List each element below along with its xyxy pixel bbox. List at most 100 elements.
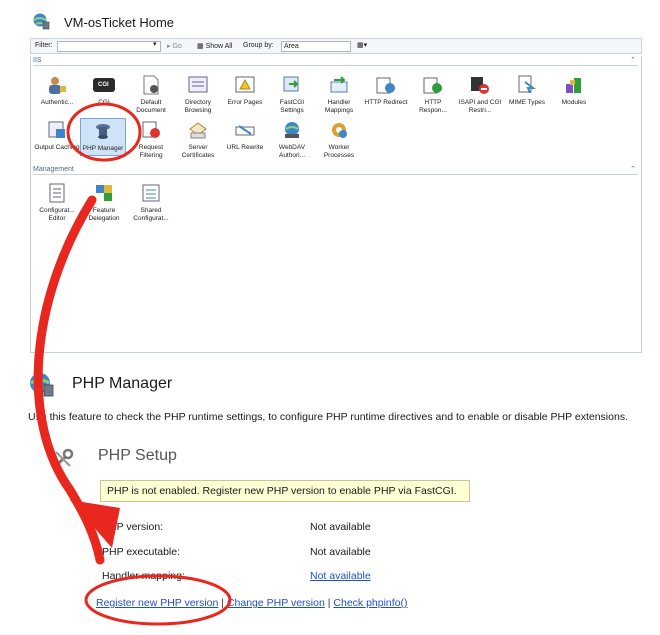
feature-label: Handler Mappings (324, 99, 354, 114)
features-pane: IIS ⌃ Authentic... CGI CGI Default Docum… (30, 56, 642, 353)
worker-processes-icon (328, 119, 350, 141)
handler-arrows-icon (328, 74, 350, 96)
modules-icon (563, 74, 585, 96)
document-gear-icon (140, 74, 162, 96)
output-caching-icon (46, 119, 68, 141)
certificate-icon (187, 119, 209, 141)
section-iis-label: IIS (33, 57, 42, 64)
feature-configuration-editor[interactable]: Configurat... Editor (34, 182, 80, 223)
change-php-version-link[interactable]: Change PHP version (227, 597, 325, 609)
restriction-icon (469, 74, 491, 96)
feature-label: Shared Configurat... (133, 207, 169, 222)
group-by-select[interactable]: Area (281, 41, 351, 52)
feature-label: Modules (561, 99, 587, 106)
server-globe-icon (33, 13, 50, 30)
shared-config-icon (140, 182, 162, 204)
url-rewrite-icon (234, 119, 256, 141)
collapse-chevron-icon[interactable]: ⌃ (630, 56, 636, 64)
php-manager-description: Use this feature to check the PHP runtim… (28, 411, 628, 423)
go-button[interactable]: ▸ Go (167, 42, 182, 50)
feature-cgi[interactable]: CGI CGI (81, 74, 127, 107)
feature-label: Error Pages (227, 99, 263, 106)
webdav-globe-icon (281, 119, 303, 141)
feature-handler-mappings[interactable]: Handler Mappings (316, 74, 362, 115)
feature-php-manager[interactable]: PHP Manager (80, 118, 126, 156)
check-phpinfo-link[interactable]: Check phpinfo() (333, 597, 407, 609)
feature-label: URL Rewrite (226, 144, 264, 151)
feature-authentication[interactable]: Authentic... (34, 74, 80, 107)
php-version-label: PHP version: (102, 521, 164, 533)
feature-label: Output Caching (34, 144, 80, 151)
feature-label: MIME Types (508, 99, 545, 106)
tools-icon (53, 448, 74, 469)
iis-window-title: VM-osTicket Home (64, 15, 175, 30)
feature-request-filtering[interactable]: Request Filtering (128, 119, 174, 160)
section-header-management[interactable]: Management ⌃ (33, 166, 638, 175)
php-executable-value: Not available (310, 546, 371, 558)
section-management-label: Management (33, 166, 74, 173)
feature-modules[interactable]: Modules (551, 74, 597, 107)
php-version-value: Not available (310, 521, 371, 533)
feature-isapi-cgi-restrictions[interactable]: ISAPI and CGI Restri... (457, 74, 503, 115)
feature-fastcgi-settings[interactable]: FastCGI Settings (269, 74, 315, 115)
feature-label: Worker Processes (323, 144, 355, 159)
feature-label: ISAPI and CGI Restri... (458, 99, 502, 114)
feature-webdav-authoring[interactable]: WebDAV Authori... (269, 119, 315, 160)
response-headers-icon (422, 74, 444, 96)
php-not-enabled-warning: PHP is not enabled. Register new PHP ver… (100, 480, 470, 502)
feature-label: PHP Manager (82, 145, 124, 152)
feature-label: Authentic... (40, 99, 74, 106)
iis-title-bar: VM-osTicket Home (30, 8, 642, 36)
php-actions-links: Register new PHP version | Change PHP ve… (96, 597, 408, 609)
feature-label: Default Document (136, 99, 166, 114)
php-manager-icon (92, 120, 114, 142)
feature-mime-types[interactable]: MIME Types (504, 74, 550, 107)
redirect-icon (375, 74, 397, 96)
feature-delegation[interactable]: Feature Delegation (81, 182, 127, 223)
feature-shared-configuration[interactable]: Shared Configurat... (128, 182, 174, 223)
cgi-icon: CGI (93, 78, 115, 92)
handler-mapping-link[interactable]: Not available (310, 570, 371, 582)
show-all-button[interactable]: ▦ Show All (197, 42, 232, 50)
php-manager-title: PHP Manager (72, 375, 173, 392)
filter-toolbar: Filter: ▾ ▸ Go ▦ Show All Group by: Area… (30, 38, 642, 54)
feature-label: HTTP Respon... (419, 99, 447, 114)
mime-types-icon (516, 74, 538, 96)
feature-output-caching[interactable]: Output Caching (34, 119, 80, 152)
go-label: Go (172, 43, 182, 50)
users-lock-icon (46, 74, 68, 96)
php-manager-panel: PHP Manager Use this feature to check th… (28, 366, 648, 626)
feature-directory-browsing[interactable]: Directory Browsing (175, 74, 221, 115)
view-mode-icon[interactable]: ▦▾ (357, 41, 367, 49)
register-new-php-version-link[interactable]: Register new PHP version (96, 597, 218, 609)
server-globe-icon (30, 373, 54, 397)
feature-label: Feature Delegation (88, 207, 120, 222)
feature-label: Server Certificates (181, 144, 215, 159)
request-filter-icon (140, 119, 162, 141)
feature-server-certificates[interactable]: Server Certificates (175, 119, 221, 160)
config-editor-icon (46, 182, 68, 204)
feature-label: HTTP Redirect (364, 99, 408, 106)
show-all-label: Show All (205, 43, 233, 50)
warning-page-icon (234, 74, 256, 96)
filter-dropdown-icon[interactable]: ▾ (153, 40, 157, 48)
feature-delegation-icon (93, 182, 115, 204)
feature-label: Directory Browsing (184, 99, 212, 114)
php-executable-label: PHP executable: (102, 546, 181, 558)
collapse-chevron-icon[interactable]: ⌃ (630, 165, 636, 173)
feature-worker-processes[interactable]: Worker Processes (316, 119, 362, 160)
cgi-badge-text: CGI (98, 82, 109, 88)
filter-input[interactable] (57, 41, 161, 52)
section-header-iis[interactable]: IIS ⌃ (33, 57, 638, 66)
fastcgi-icon (281, 74, 303, 96)
feature-http-redirect[interactable]: HTTP Redirect (363, 74, 409, 107)
feature-error-pages[interactable]: Error Pages (222, 74, 268, 107)
filter-label: Filter: (35, 42, 53, 49)
feature-http-response-headers[interactable]: HTTP Respon... (410, 74, 456, 115)
feature-label: Request Filtering (138, 144, 164, 159)
feature-url-rewrite[interactable]: URL Rewrite (222, 119, 268, 152)
feature-default-document[interactable]: Default Document (128, 74, 174, 115)
iis-home-panel: VM-osTicket Home Filter: ▾ ▸ Go ▦ Show A… (30, 8, 642, 353)
feature-label: Configurat... Editor (39, 207, 75, 222)
group-by-label: Group by: (243, 42, 274, 49)
